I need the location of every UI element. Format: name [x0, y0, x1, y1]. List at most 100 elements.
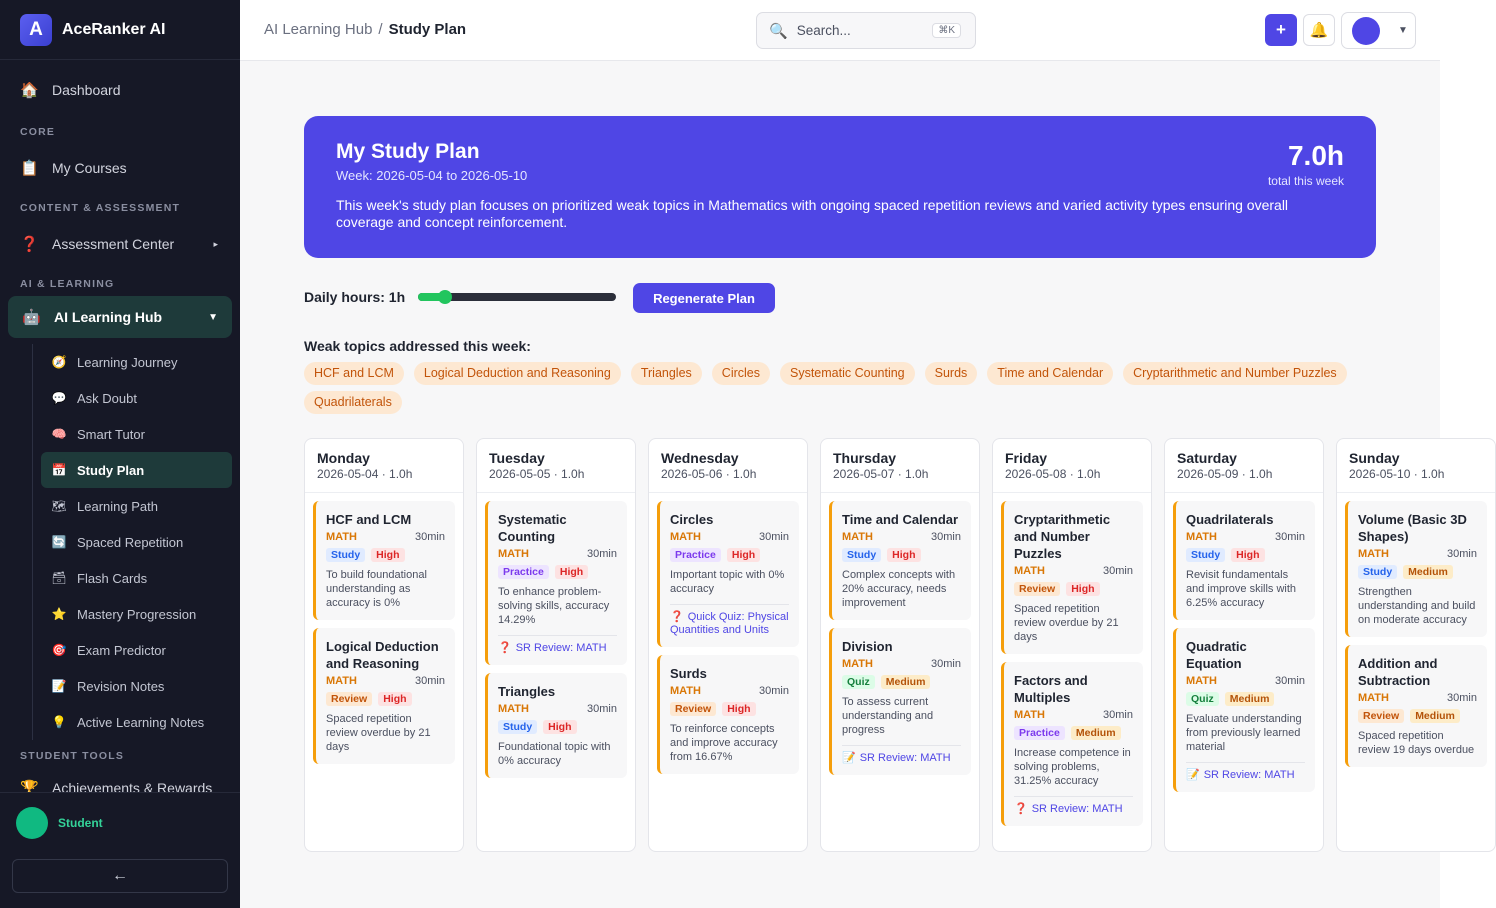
nav-dashboard[interactable]: 🏠 Dashboard [0, 72, 240, 108]
weak-topic-tag[interactable]: Cryptarithmetic and Number Puzzles [1123, 362, 1347, 385]
task-meta-row: MATH 30min [670, 685, 789, 697]
total-hours-label: total this week [1267, 174, 1344, 188]
day-column-friday: Friday 2026-05-08 · 1.0h Cryptarithmetic a… [992, 438, 1152, 852]
task-title: Factors and Multiples [1014, 673, 1088, 705]
task-badges: Quiz Medium [1186, 692, 1305, 706]
user-menu[interactable]: ▼ [1341, 12, 1416, 49]
day-meta: 2026-05-04 · 1.0h [317, 467, 413, 481]
sidebar-item-revision-notes[interactable]: 📝 Revision Notes [41, 668, 232, 704]
task-card[interactable]: Systematic Counting MATH 30min Practice High… [485, 501, 627, 665]
task-card[interactable]: HCF and LCM MATH 30min Study High To build fo… [313, 501, 455, 620]
task-card[interactable]: Quadratic Equation MATH 30min Quiz Medium Eva… [1173, 628, 1315, 792]
nav-ai-hub-label: AI Learning Hub [54, 309, 163, 325]
task-meta-row: MATH 30min [326, 675, 445, 687]
task-badges: Study High [498, 720, 617, 734]
task-card[interactable]: Logical Deduction and Reasoning MATH 30min… [313, 628, 455, 764]
day-meta: 2026-05-07 · 1.0h [833, 467, 929, 481]
sidebar-item-spaced-repetition[interactable]: 🔄 Spaced Repetition [41, 524, 232, 560]
task-meta-row: MATH 30min [1186, 675, 1305, 687]
task-type-badge: Study [1358, 565, 1398, 579]
sidebar-item-ask-doubt[interactable]: 💬 Ask Doubt [41, 380, 232, 416]
task-subject: MATH [670, 685, 701, 697]
sidebar-item-exam-predictor[interactable]: 🎯 Exam Predictor [41, 632, 232, 668]
section-student: STUDENT TOOLS [20, 750, 125, 762]
day-header: Sunday 2026-05-10 · 1.0h [1337, 439, 1495, 493]
task-card[interactable]: Factors and Multiples MATH 30min Practice Me… [1001, 662, 1143, 826]
daily-hours-slider[interactable] [418, 290, 616, 304]
sidebar-item-flash-cards[interactable]: 🗃 Flash Cards [41, 560, 232, 596]
study-plan-banner: My Study Plan Week: 2026-05-04 to 2026-0… [304, 116, 1376, 258]
nav-assessment-center[interactable]: ❓ Assessment Center ▸ [0, 226, 240, 262]
sidebar-item-learning-path[interactable]: 🗺 Learning Path [41, 488, 232, 524]
weak-topic-tag[interactable]: Triangles [630, 362, 702, 385]
search-icon: 🔍 [769, 22, 788, 40]
regenerate-plan-button[interactable]: Regenerate Plan [633, 283, 775, 313]
sidebar-item-label: Mastery Progression [77, 606, 197, 622]
task-title: Addition and Subtraction [1358, 656, 1438, 688]
task-type-badge: Quiz [1186, 692, 1219, 706]
weak-topic-tag[interactable]: Logical Deduction and Reasoning [413, 362, 621, 385]
task-card[interactable]: Time and Calendar MATH 30min Study High Compl… [829, 501, 971, 620]
week-range: Week: 2026-05-04 to 2026-05-10 [336, 168, 528, 183]
task-type-badge: Practice [498, 565, 549, 579]
task-related-link[interactable]: 📝 SR Review: MATH [1186, 762, 1305, 782]
weak-topic-tag[interactable]: HCF and LCM [304, 362, 404, 385]
task-card[interactable]: Triangles MATH 30min Study High Foundational … [485, 673, 627, 778]
avatar [16, 807, 48, 839]
weak-topic-tag[interactable]: Time and Calendar [987, 362, 1114, 385]
chevron-down-icon: ▼ [208, 311, 218, 323]
task-related-link[interactable]: ❓ SR Review: MATH [1014, 796, 1133, 816]
task-related-link[interactable]: ❓ Quick Quiz: Physical Quantities and Uni… [670, 604, 789, 637]
sidebar-item-smart-tutor[interactable]: 🧠 Smart Tutor [41, 416, 232, 452]
sidebar-item-learning-journey[interactable]: 🧭 Learning Journey [41, 344, 232, 380]
task-card[interactable]: Cryptarithmetic and Number Puzzles MATH 30… [1001, 501, 1143, 654]
task-badges: Practice High [670, 548, 789, 562]
weak-topic-tag[interactable]: Surds [924, 362, 978, 385]
weak-topic-tag[interactable]: Circles [711, 362, 770, 385]
sidebar-item-label: Ask Doubt [77, 390, 137, 406]
bell-icon[interactable]: 🔔 [1303, 14, 1335, 46]
task-priority-badge: High [722, 702, 756, 716]
task-subject: MATH [1014, 709, 1045, 721]
day-name: Thursday [833, 450, 897, 466]
question-icon: ❓ [498, 642, 512, 654]
task-description: Revisit fundamentals and improve skills … [1186, 569, 1297, 609]
day-header: Thursday 2026-05-07 · 1.0h [821, 439, 979, 493]
brand[interactable]: A AceRanker AI [0, 0, 240, 60]
task-card[interactable]: Surds MATH 30min Review High To reinforce con… [657, 655, 799, 774]
weak-topic-tag[interactable]: Quadrilaterals [304, 391, 402, 414]
task-priority-badge: Medium [1410, 709, 1460, 723]
add-button[interactable]: + [1265, 14, 1297, 46]
task-meta-row: MATH 30min [1186, 531, 1305, 543]
task-card[interactable]: Circles MATH 30min Practice High Important to… [657, 501, 799, 647]
task-card[interactable]: Addition and Subtraction MATH 30min Review M… [1345, 645, 1487, 767]
task-card[interactable]: Division MATH 30min Quiz Medium To assess cur… [829, 628, 971, 775]
task-description: Evaluate understanding from previously l… [1186, 713, 1302, 753]
day-header: Tuesday 2026-05-05 · 1.0h [477, 439, 635, 493]
sidebar-item-mastery-progression[interactable]: ⭐ Mastery Progression [41, 596, 232, 632]
nav-my-courses[interactable]: 📋 My Courses [0, 150, 240, 186]
student-profile[interactable]: Student [0, 793, 240, 853]
task-related-link[interactable]: 📝 SR Review: MATH [842, 745, 961, 765]
task-list: HCF and LCM MATH 30min Study High To build fo… [305, 493, 463, 780]
task-related-link[interactable]: ❓ SR Review: MATH [498, 635, 617, 655]
task-badges: Quiz Medium [842, 675, 961, 689]
task-card[interactable]: Volume (Basic 3D Shapes) MATH 30min Study Me… [1345, 501, 1487, 637]
day-name: Sunday [1349, 450, 1400, 466]
task-title: Cryptarithmetic and Number Puzzles [1014, 512, 1111, 561]
nav-ai-learning-hub[interactable]: 🤖 AI Learning Hub ▼ [8, 296, 232, 338]
task-card[interactable]: Quadrilaterals MATH 30min Study High Revisit … [1173, 501, 1315, 620]
section-core: CORE [20, 126, 56, 138]
day-name: Tuesday [489, 450, 545, 466]
collapse-sidebar-button[interactable]: ← [12, 859, 228, 893]
breadcrumb-parent[interactable]: AI Learning Hub [264, 21, 372, 38]
sidebar-item-label: Flash Cards [77, 570, 148, 586]
sidebar-item-study-plan[interactable]: 📅 Study Plan [41, 452, 232, 488]
task-link-label: Quick Quiz: Physical Quantities and Unit… [670, 611, 789, 636]
sidebar-item-active-learning-notes[interactable]: 💡 Active Learning Notes [41, 704, 232, 740]
weak-topic-tag[interactable]: Systematic Counting [780, 362, 915, 385]
slider-thumb[interactable] [438, 290, 452, 304]
search-input[interactable]: 🔍 Search... ⌘K [756, 12, 976, 49]
day-column-saturday: Saturday 2026-05-09 · 1.0h Quadrilaterals M… [1164, 438, 1324, 852]
chat-icon: 💬 [51, 391, 67, 405]
